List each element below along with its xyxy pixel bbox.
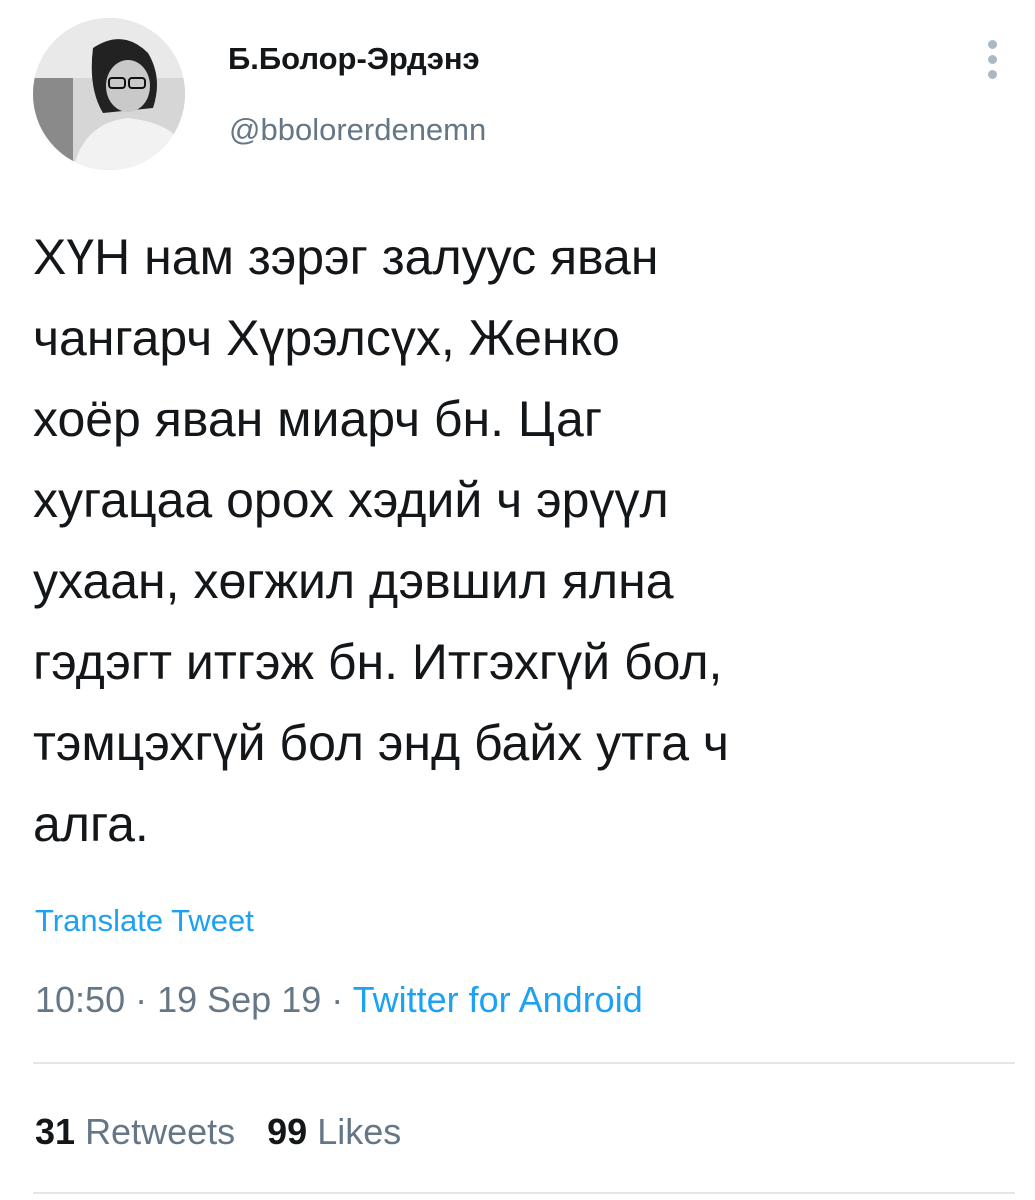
divider [33, 1192, 1015, 1194]
retweets-count: 31 [35, 1111, 76, 1152]
tweet-meta: 10:50 · 19 Sep 19 · Twitter for Android [35, 979, 643, 1021]
avatar[interactable] [33, 18, 185, 170]
retweets-label: Retweets [85, 1111, 236, 1152]
tweet-source-link[interactable]: Twitter for Android [353, 979, 643, 1020]
display-name[interactable]: Б.Болор-Эрдэнэ [228, 41, 480, 77]
likes-label: Likes [317, 1111, 402, 1152]
more-options-icon[interactable] [980, 36, 1006, 84]
meta-separator: · [125, 979, 158, 1020]
translate-tweet-link[interactable]: Translate Tweet [35, 903, 254, 939]
divider [33, 1062, 1015, 1064]
user-handle[interactable]: @bbolorerdenemn [229, 112, 486, 148]
likes-count: 99 [267, 1111, 308, 1152]
meta-separator: · [321, 979, 353, 1020]
profile-photo [33, 18, 185, 170]
tweet-time: 10:50 [35, 979, 126, 1020]
likes-stat[interactable]: 99 Likes [267, 1111, 401, 1152]
tweet-text: ХҮН нам зэрэг залуус яван чангарч Хүрэлс… [33, 229, 729, 852]
tweet-date: 19 Sep 19 [157, 979, 322, 1020]
retweets-stat[interactable]: 31 Retweets [35, 1111, 235, 1152]
tweet-stats: 31 Retweets 99 Likes [35, 1111, 401, 1153]
